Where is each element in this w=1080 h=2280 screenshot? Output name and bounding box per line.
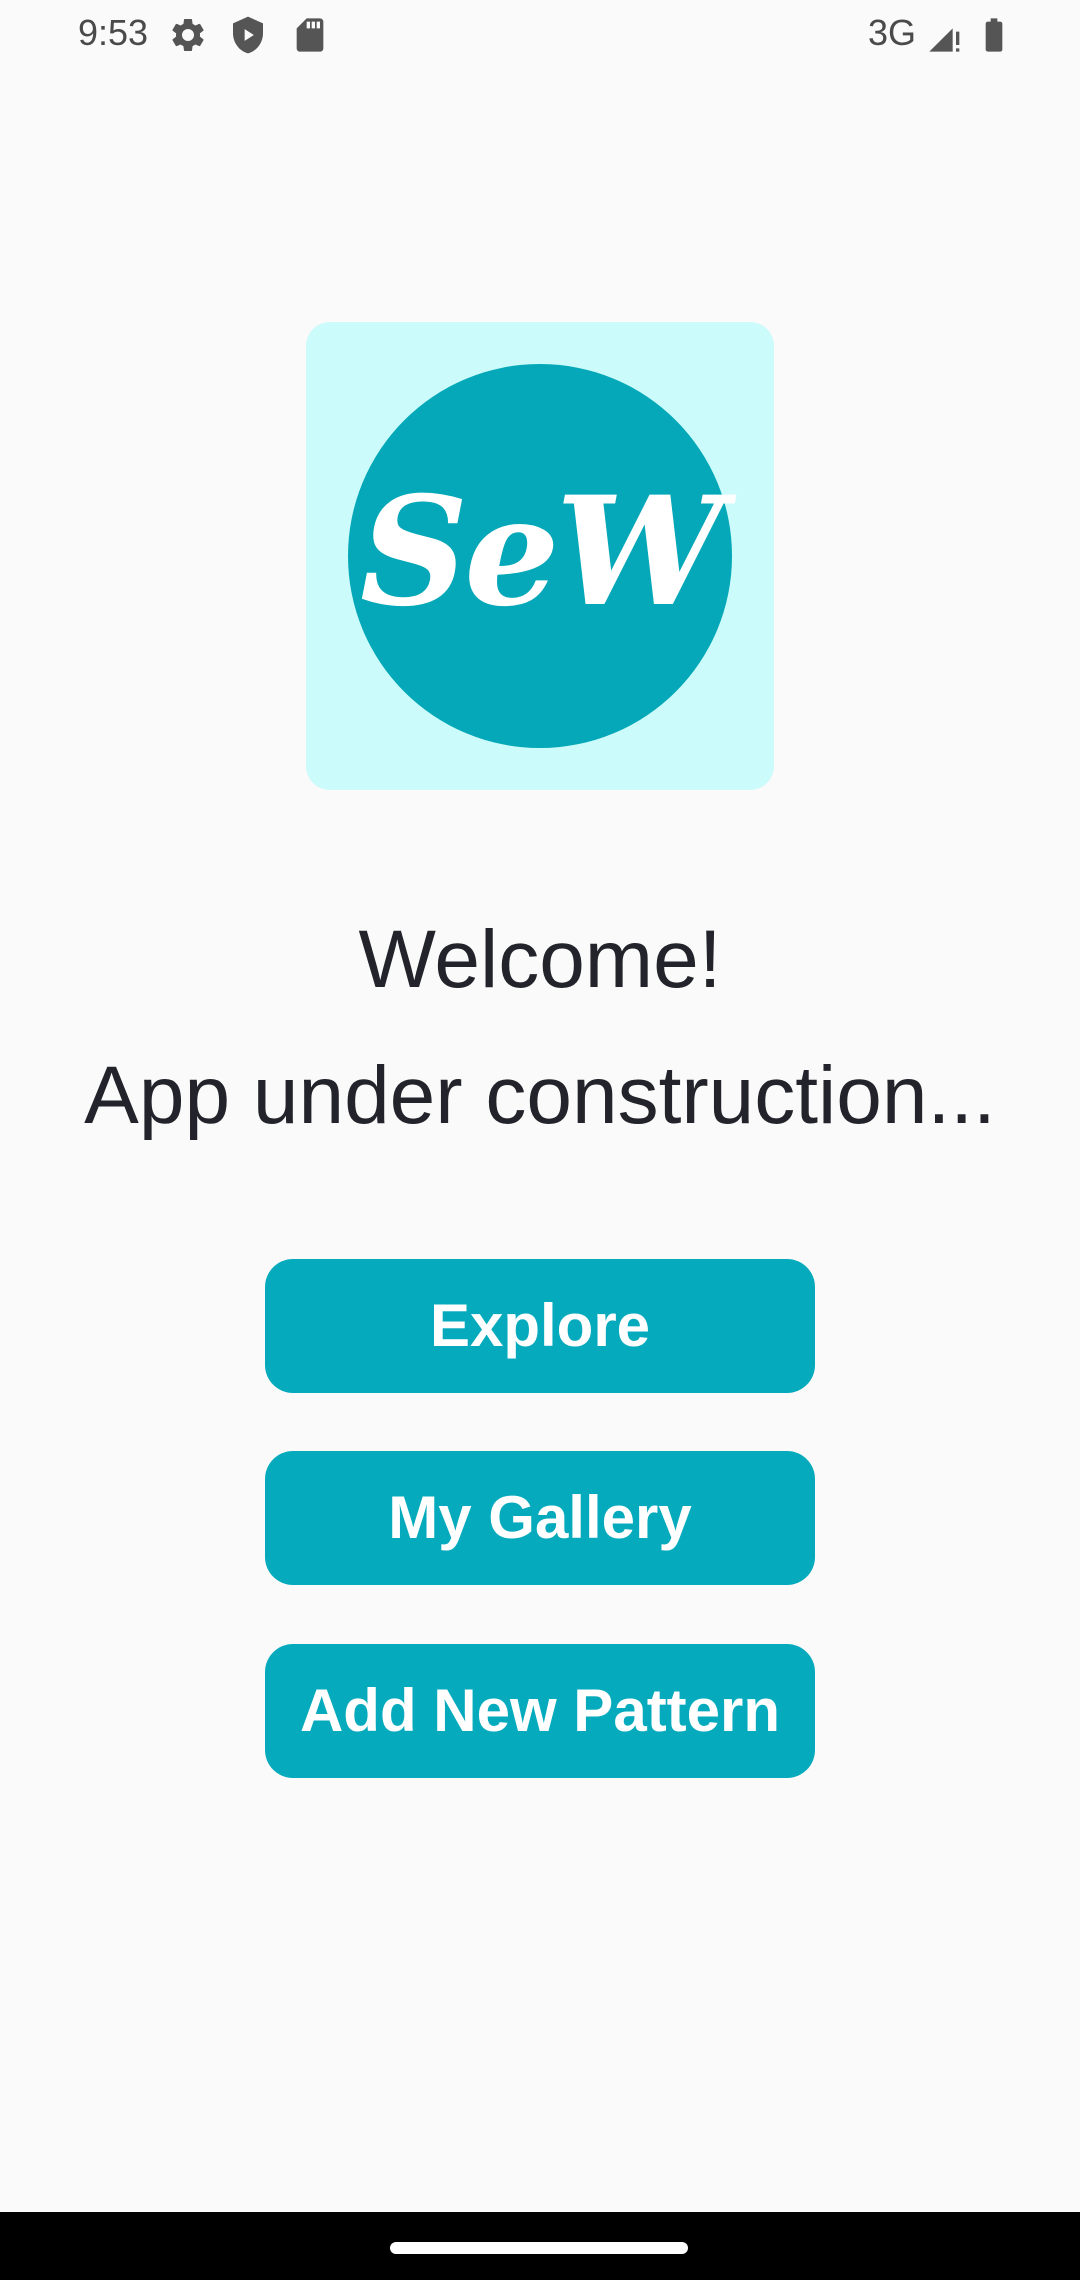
my-gallery-button[interactable]: My Gallery bbox=[265, 1451, 815, 1585]
explore-button[interactable]: Explore bbox=[265, 1259, 815, 1393]
network-type: 3G bbox=[868, 12, 917, 53]
status-message: App under construction... bbox=[84, 1050, 996, 1141]
app-logo: SeW bbox=[306, 322, 774, 790]
logo-text: SeW bbox=[360, 464, 737, 640]
home-gesture-handle[interactable] bbox=[390, 2242, 688, 2254]
welcome-title: Welcome! bbox=[358, 914, 722, 1005]
signal-icon bbox=[929, 28, 960, 52]
shield-icon bbox=[233, 16, 263, 54]
battery-icon bbox=[985, 18, 1003, 52]
status-time: 9:53 bbox=[78, 12, 149, 53]
settings-icon bbox=[172, 18, 204, 51]
sew-logo-icon: SeW bbox=[360, 464, 741, 640]
navigation-bar bbox=[0, 2212, 1080, 2280]
status-bar: 9:53 3G bbox=[0, 0, 1080, 70]
add-new-pattern-button[interactable]: Add New Pattern bbox=[265, 1644, 815, 1778]
sd-card-icon bbox=[296, 18, 324, 52]
